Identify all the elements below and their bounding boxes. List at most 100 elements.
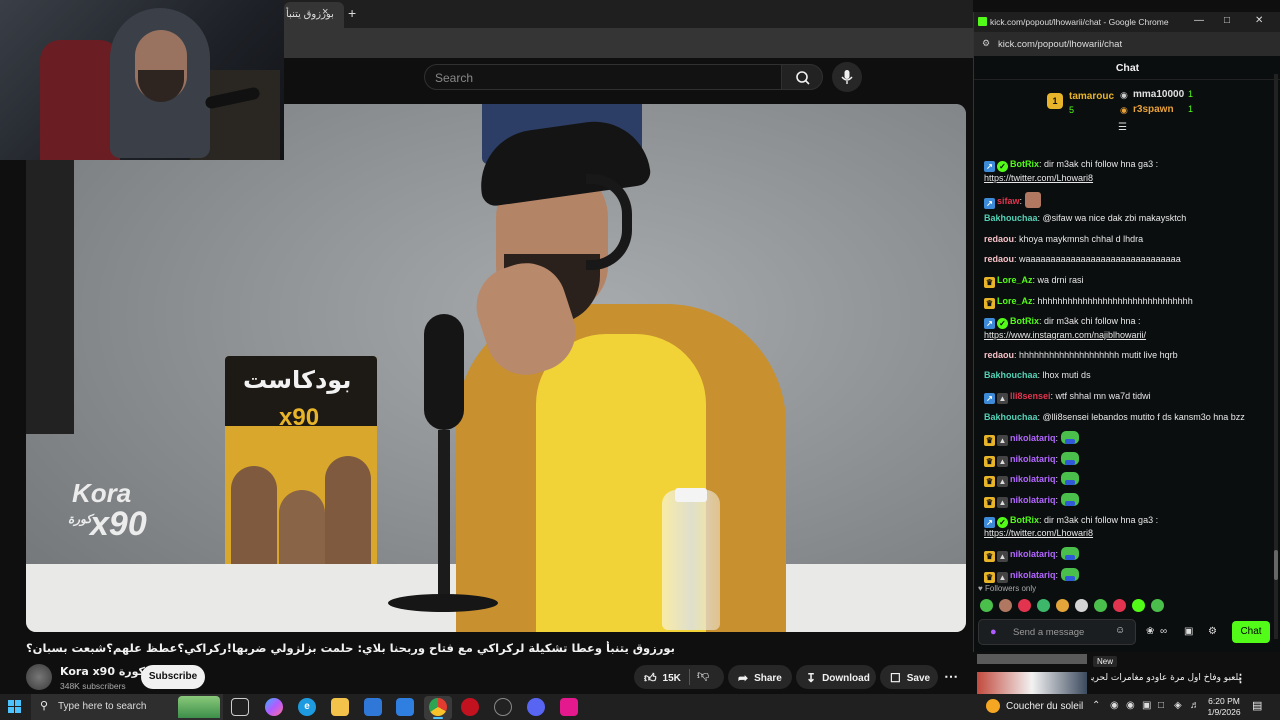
- new-tab-icon[interactable]: +: [348, 5, 356, 21]
- chat-message[interactable]: ♛ ▲ nikolatariq:: [984, 472, 1269, 488]
- tray-app-icon[interactable]: □: [1158, 700, 1164, 711]
- chat-message[interactable]: Bakhouchaa: @lli8sensei lebandos mutito …: [984, 411, 1269, 424]
- network-icon[interactable]: ◈: [1174, 700, 1182, 711]
- related-video-thumbnail[interactable]: [977, 672, 1087, 696]
- chat-message[interactable]: redaou: waaaaaaaaaaaaaaaaaaaaaaaaaaaaaaa: [984, 253, 1269, 266]
- chat-message[interactable]: ♛ ▲ nikolatariq:: [984, 567, 1269, 583]
- copilot-icon[interactable]: [265, 698, 283, 716]
- obs-icon[interactable]: [494, 698, 512, 716]
- chat-message[interactable]: ♛ ▲ nikolatariq:: [984, 451, 1269, 467]
- tray-app-icon[interactable]: ▣: [1142, 700, 1151, 711]
- chat-username[interactable]: BotRix: [1010, 515, 1039, 525]
- more-actions-icon[interactable]: ⋯: [944, 668, 958, 685]
- more-options-icon[interactable]: ⋮: [1235, 672, 1246, 685]
- notifications-icon[interactable]: ▤: [1252, 699, 1262, 712]
- chat-username[interactable]: Lore_Az: [997, 275, 1033, 285]
- chat-link[interactable]: https://www.instagram.com/najiblhowarii/: [984, 330, 1146, 340]
- taskbar-clock[interactable]: 6:20 PM 1/9/2026: [1206, 696, 1242, 718]
- quick-emote-icon[interactable]: [1056, 599, 1069, 613]
- chat-message[interactable]: Bakhouchaa: lhox muti ds: [984, 369, 1269, 382]
- download-button[interactable]: ↧ Download: [796, 665, 876, 689]
- share-button[interactable]: ➦ Share: [728, 665, 792, 689]
- quick-emote-icon[interactable]: [999, 599, 1012, 613]
- quick-emote-icon[interactable]: [1037, 599, 1050, 613]
- quick-emote-icon[interactable]: [1075, 599, 1088, 613]
- store-icon[interactable]: [364, 698, 382, 716]
- tab-close-icon[interactable]: ×: [322, 6, 328, 18]
- quick-emote-icon[interactable]: [1132, 599, 1145, 613]
- chat-message[interactable]: ♛ ▲ nikolatariq:: [984, 431, 1269, 447]
- quick-emote-icon[interactable]: [1094, 599, 1107, 613]
- app-icon-pink[interactable]: [560, 698, 578, 716]
- video-player[interactable]: بودكاست x90 Kora x90 كورة: [26, 104, 966, 632]
- chat-message[interactable]: Bakhouchaa: @sifaw wa nice dak zbi makay…: [984, 212, 1269, 225]
- chat-url[interactable]: kick.com/popout/lhowarii/chat: [998, 39, 1122, 50]
- chat-message[interactable]: ♛ ▲ nikolatariq:: [984, 547, 1269, 563]
- channel-avatar[interactable]: [26, 664, 52, 690]
- chat-username[interactable]: nikolatariq: [1010, 549, 1056, 559]
- thumbs-down-icon[interactable]: 👎︎: [697, 668, 709, 683]
- chat-username[interactable]: nikolatariq: [1010, 474, 1056, 484]
- chat-message[interactable]: ↗ ✓ BotRix: dir m3ak chi follow hna :: [984, 315, 1269, 330]
- chat-message[interactable]: redaou: hhhhhhhhhhhhhhhhhhhh mutit live …: [984, 349, 1269, 362]
- chat-message[interactable]: ↗ sifaw:: [984, 191, 1269, 209]
- chat-username[interactable]: redaou: [984, 234, 1014, 244]
- chat-scrollbar-thumb[interactable]: [1274, 550, 1278, 580]
- voice-search-button[interactable]: [832, 62, 862, 92]
- chat-link[interactable]: https://twitter.com/Lhowari8: [984, 528, 1093, 538]
- chat-username[interactable]: nikolatariq: [1010, 433, 1056, 443]
- volume-icon[interactable]: ♬: [1190, 700, 1200, 711]
- chat-username[interactable]: BotRix: [1010, 159, 1039, 169]
- quick-emote-icon[interactable]: [1113, 599, 1126, 613]
- related-video-title[interactable]: يلعبو وفاخ أول مرة عاودو مغامرات لحريف: [1091, 673, 1241, 683]
- task-view-icon[interactable]: [231, 698, 249, 716]
- related-video[interactable]: New يلعبو وفاخ أول مرة عاودو مغامرات لحر…: [973, 652, 1280, 696]
- like-button[interactable]: 👍︎ 15K: [634, 665, 724, 689]
- leader-second-name[interactable]: mma10000: [1133, 89, 1184, 100]
- chat-username[interactable]: nikolatariq: [1010, 454, 1056, 464]
- close-window-icon[interactable]: ✕: [1255, 15, 1263, 26]
- filter-icon[interactable]: ☰: [1118, 122, 1127, 133]
- tray-app-icon[interactable]: ◉: [1110, 700, 1119, 711]
- app-icon-red[interactable]: [461, 698, 479, 716]
- save-button[interactable]: ☐ Save: [880, 665, 938, 689]
- chat-message[interactable]: ♛ Lore_Az: wa drni rasi: [984, 274, 1269, 288]
- chat-username[interactable]: Bakhouchaa: [984, 412, 1038, 422]
- weather-label[interactable]: Coucher du soleil: [1006, 701, 1083, 712]
- chat-username[interactable]: lli8sensei: [1010, 391, 1051, 401]
- chat-message[interactable]: ↗ ✓ BotRix: dir m3ak chi follow hna ga3 :: [984, 514, 1269, 528]
- chat-username[interactable]: Bakhouchaa: [984, 213, 1038, 223]
- maximize-icon[interactable]: □: [1224, 15, 1230, 26]
- chat-message[interactable]: ♛ Lore_Az: hhhhhhhhhhhhhhhhhhhhhhhhhhhhhh…: [984, 295, 1269, 309]
- chat-username[interactable]: redaou: [984, 350, 1014, 360]
- emoji-picker-icon[interactable]: ☺: [1115, 625, 1125, 636]
- chat-username[interactable]: sifaw: [997, 196, 1020, 206]
- chat-username[interactable]: nikolatariq: [1010, 495, 1056, 505]
- chat-send-button[interactable]: Chat: [1232, 621, 1270, 643]
- chat-link[interactable]: https://twitter.com/Lhowari8: [984, 173, 1093, 183]
- leader-first-name[interactable]: tamarouc: [1069, 91, 1114, 102]
- weather-sunset-icon[interactable]: [986, 699, 1000, 713]
- channel-name[interactable]: Kora x90 كورة: [60, 665, 145, 678]
- windows-start-icon[interactable]: [8, 700, 22, 714]
- leader-third-name[interactable]: r3spawn: [1133, 104, 1174, 115]
- quick-emote-icon[interactable]: [1018, 599, 1031, 613]
- browser-tab[interactable]: بورزوق يتنبأ: [284, 2, 344, 28]
- mail-icon[interactable]: [396, 698, 414, 716]
- minimize-icon[interactable]: —: [1194, 15, 1204, 26]
- gear-icon[interactable]: ⚙: [1208, 626, 1217, 637]
- infinity-icon[interactable]: ∞: [1160, 626, 1167, 637]
- microphone-icon[interactable]: ●: [990, 626, 997, 638]
- tray-app-icon[interactable]: ◉: [1126, 700, 1135, 711]
- chat-message[interactable]: ↗ ✓ BotRix: dir m3ak chi follow hna ga3 :: [984, 158, 1269, 172]
- chat-message[interactable]: ↗ ▲ lli8sensei: wtf shhal mn wa7d tidwi: [984, 390, 1269, 404]
- quick-emote-icon[interactable]: [1151, 599, 1164, 613]
- edge-icon[interactable]: e: [298, 698, 316, 716]
- site-info-icon[interactable]: ⚙: [982, 38, 990, 49]
- chat-username[interactable]: Lore_Az: [997, 296, 1033, 306]
- chat-username[interactable]: nikolatariq: [1010, 570, 1056, 580]
- quick-emote-icon[interactable]: [980, 599, 993, 613]
- search-button[interactable]: [781, 64, 823, 90]
- chat-username[interactable]: BotRix: [1010, 316, 1039, 326]
- community-icon[interactable]: ❀: [1146, 626, 1154, 637]
